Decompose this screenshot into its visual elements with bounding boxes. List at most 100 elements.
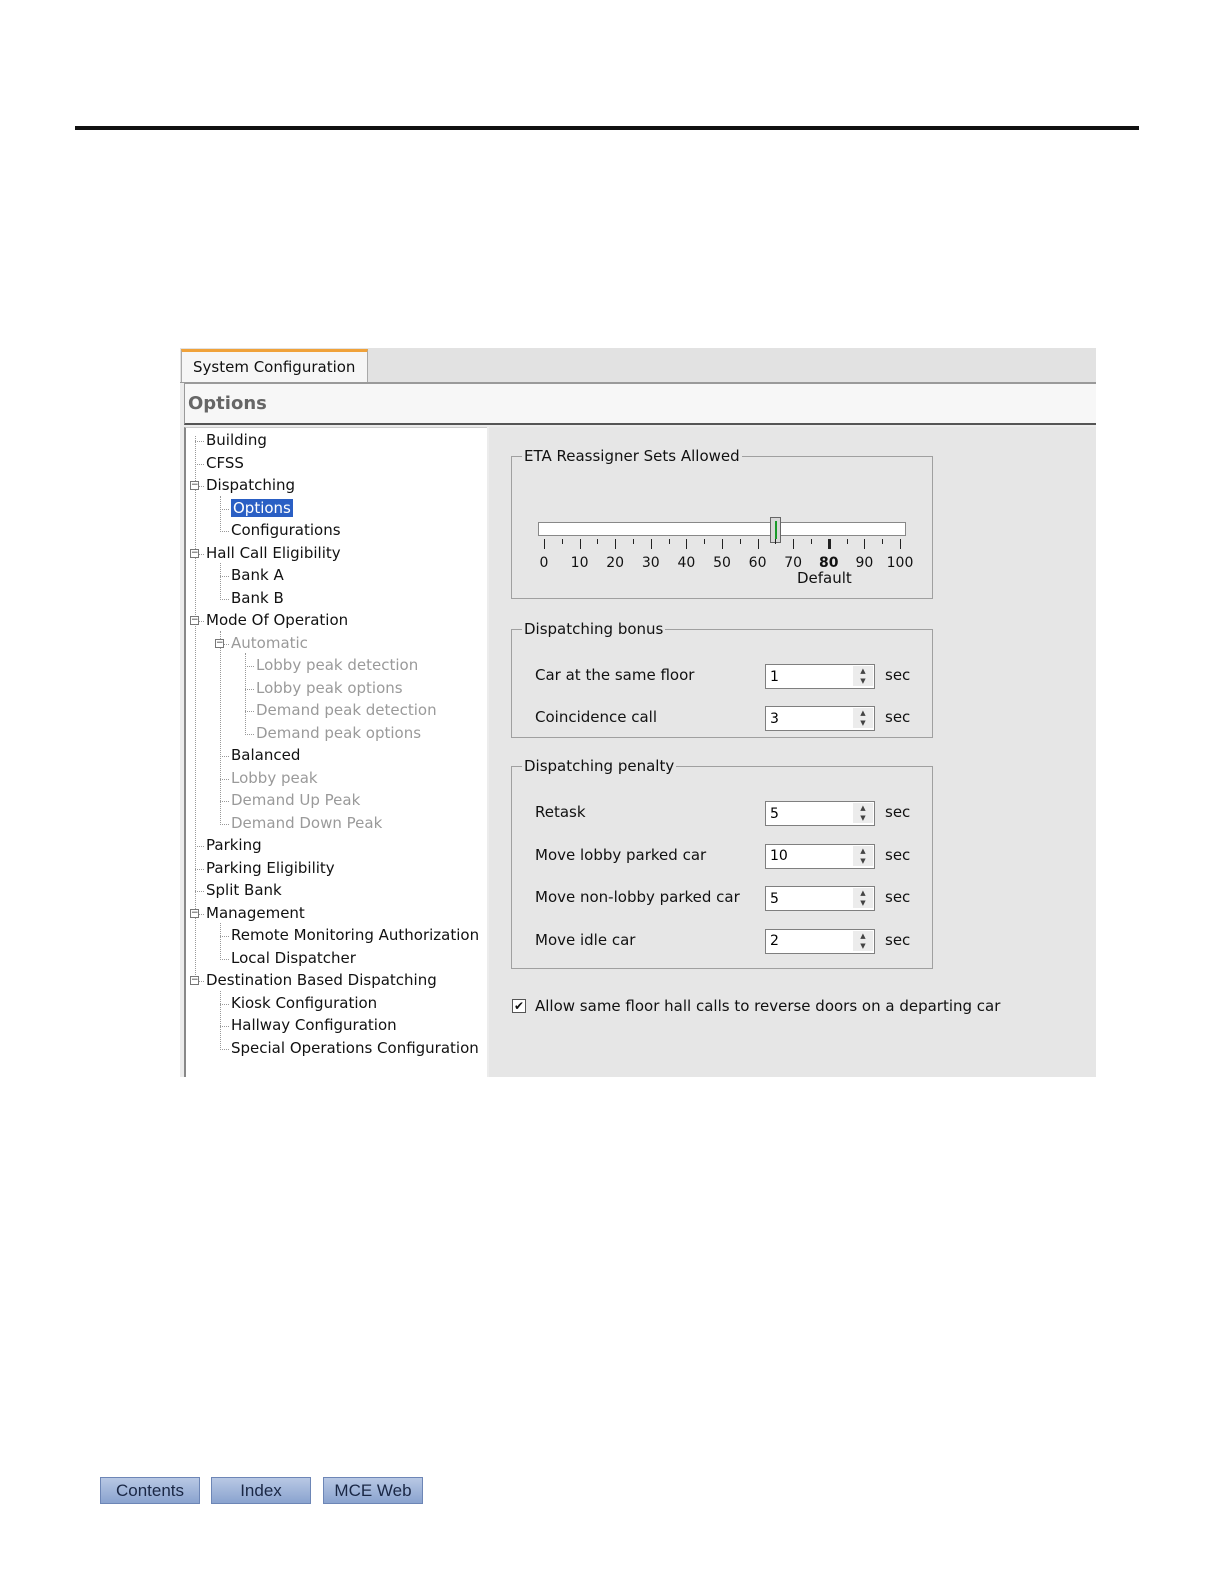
tree-connector: [245, 666, 254, 667]
tree-item-local-dispatcher[interactable]: Local Dispatcher: [231, 948, 356, 968]
tree-item-bank-a[interactable]: Bank A: [231, 565, 284, 585]
eta-slider[interactable]: 0 10 20 30 40 50 60 70 80 90 100: [512, 465, 932, 605]
spin-up-icon[interactable]: ▲: [853, 845, 873, 856]
coincidence-call-input[interactable]: [766, 707, 850, 730]
tree-item-split-bank[interactable]: Split Bank: [206, 880, 282, 900]
move-non-lobby-parked-car-label: Move non-lobby parked car: [535, 888, 740, 906]
tree-item-parking[interactable]: Parking: [206, 835, 262, 855]
collapse-icon[interactable]: −: [190, 908, 199, 918]
tree-item-management[interactable]: Management: [206, 903, 305, 923]
unit-label: sec: [885, 888, 911, 906]
mce-web-button[interactable]: MCE Web: [323, 1477, 423, 1504]
eta-reassigner-legend: ETA Reassigner Sets Allowed: [524, 447, 740, 465]
move-idle-car-stepper[interactable]: ▲▼: [765, 928, 875, 954]
tree-item-label: Bank B: [231, 588, 284, 607]
tree-item-cfss[interactable]: CFSS: [206, 453, 244, 473]
retask-label: Retask: [535, 803, 586, 821]
panel-title: Options: [184, 383, 1096, 425]
spin-buttons[interactable]: ▲ ▼: [853, 930, 873, 952]
tree-item-demand-down-peak[interactable]: Demand Down Peak: [231, 813, 382, 833]
tree-item-lobby-peak-detection[interactable]: Lobby peak detection: [256, 655, 418, 675]
tree-connector: [220, 958, 229, 960]
spin-up-icon[interactable]: ▲: [853, 930, 873, 941]
slider-track[interactable]: [538, 522, 906, 536]
spin-down-icon[interactable]: ▼: [853, 813, 873, 823]
tree-item-destination-based-dispatching[interactable]: Destination Based Dispatching: [206, 970, 437, 990]
retask-input[interactable]: [766, 802, 850, 825]
spin-down-icon[interactable]: ▼: [853, 718, 873, 728]
tree-item-dispatching[interactable]: Dispatching: [206, 475, 295, 495]
tree-item-hall-call-eligibility[interactable]: Hall Call Eligibility: [206, 543, 341, 563]
slider-tick: [793, 539, 795, 549]
tree-item-demand-peak-detection[interactable]: Demand peak detection: [256, 700, 437, 720]
system-configuration-window: System Configuration Options Building CFS…: [180, 348, 1096, 1077]
move-non-lobby-parked-car-stepper[interactable]: ▲▼: [765, 886, 875, 911]
spin-down-icon[interactable]: ▼: [853, 676, 873, 686]
spin-up-icon[interactable]: ▲: [853, 708, 873, 718]
slider-tick-label: 10: [570, 555, 589, 571]
car-at-the-same-floor-stepper[interactable]: ▲▼: [765, 664, 875, 689]
slider-tick: [900, 539, 901, 549]
tree-item-lobby-peak-options[interactable]: Lobby peak options: [256, 678, 403, 698]
spin-up-icon[interactable]: ▲: [853, 803, 873, 813]
tree-item-label: Split Bank: [206, 881, 282, 899]
move-lobby-parked-car-stepper[interactable]: ▲▼: [765, 843, 875, 869]
navigation-tree[interactable]: Building CFSS − Dispatching Options Configura…: [184, 427, 487, 1077]
move-lobby-parked-car-input[interactable]: [766, 844, 850, 868]
spin-down-icon[interactable]: ▼: [853, 855, 873, 866]
unit-label: sec: [885, 930, 911, 949]
slider-tick: [722, 539, 723, 549]
tree-item-special-operations-configuration[interactable]: Special Operations Configuration: [231, 1038, 479, 1058]
tree-item-demand-peak-options[interactable]: Demand peak options: [256, 723, 421, 743]
index-button[interactable]: Index: [211, 1477, 311, 1504]
tree-item-mode-of-operation[interactable]: Mode Of Operation: [206, 610, 348, 630]
slider-tick: [615, 539, 617, 549]
tree-item-label: Demand peak options: [256, 723, 422, 742]
slider-tick: [882, 539, 884, 544]
spin-down-icon[interactable]: ▼: [853, 940, 873, 951]
tree-connector: [245, 733, 254, 735]
spin-down-icon[interactable]: ▼: [853, 898, 873, 908]
tree-connector: [220, 823, 229, 825]
spin-up-icon[interactable]: ▲: [853, 888, 873, 898]
tree-item-automatic[interactable]: Automatic: [231, 633, 308, 653]
tree-item-configurations[interactable]: Configurations: [231, 520, 341, 540]
spin-buttons[interactable]: ▲ ▼: [853, 708, 873, 729]
tree-item-bank-b[interactable]: Bank B: [231, 588, 284, 608]
tree-item-label: Parking Eligibility: [206, 858, 335, 877]
tree-item-hallway-configuration[interactable]: Hallway Configuration: [231, 1015, 397, 1035]
contents-button[interactable]: Contents: [100, 1477, 200, 1504]
unit-label: sec: [885, 666, 911, 684]
tree-guide-line: [220, 991, 221, 1048]
tree-guide-line: [220, 631, 221, 823]
move-non-lobby-parked-car-input[interactable]: [766, 887, 850, 910]
collapse-icon[interactable]: −: [190, 616, 199, 625]
tree-item-options[interactable]: Options: [231, 498, 293, 518]
car-at-the-same-floor-input[interactable]: [766, 665, 850, 688]
collapse-icon[interactable]: −: [190, 976, 199, 985]
move-idle-car-input[interactable]: [766, 929, 850, 953]
spin-buttons[interactable]: ▲ ▼: [853, 666, 873, 687]
tree-item-lobby-peak[interactable]: Lobby peak: [231, 768, 318, 788]
car-at-the-same-floor-label: Car at the same floor: [535, 666, 695, 684]
collapse-icon[interactable]: −: [190, 481, 199, 490]
tree-connector: [220, 756, 229, 757]
tree-item-building[interactable]: Building: [206, 430, 267, 450]
reverse-doors-checkbox[interactable]: ✔: [512, 999, 526, 1013]
coincidence-call-stepper[interactable]: ▲▼: [765, 706, 875, 731]
tree-item-kiosk-configuration[interactable]: Kiosk Configuration: [231, 993, 377, 1013]
tree-item-label: Building: [206, 431, 267, 449]
tab-system-configuration[interactable]: System Configuration: [181, 349, 368, 382]
slider-tick: [544, 539, 545, 549]
tree-item-parking-eligibility[interactable]: Parking Eligibility: [206, 858, 335, 878]
collapse-icon[interactable]: −: [215, 638, 224, 648]
tree-item-balanced[interactable]: Balanced: [231, 745, 300, 765]
spin-buttons[interactable]: ▲ ▼: [853, 888, 873, 909]
tree-item-remote-monitoring-authorization[interactable]: Remote Monitoring Authorization: [231, 925, 479, 945]
collapse-icon[interactable]: −: [190, 548, 199, 558]
spin-up-icon[interactable]: ▲: [853, 666, 873, 676]
spin-buttons[interactable]: ▲ ▼: [853, 845, 873, 867]
retask-stepper[interactable]: ▲▼: [765, 801, 875, 826]
spin-buttons[interactable]: ▲ ▼: [853, 803, 873, 824]
tree-item-demand-up-peak[interactable]: Demand Up Peak: [231, 790, 360, 810]
